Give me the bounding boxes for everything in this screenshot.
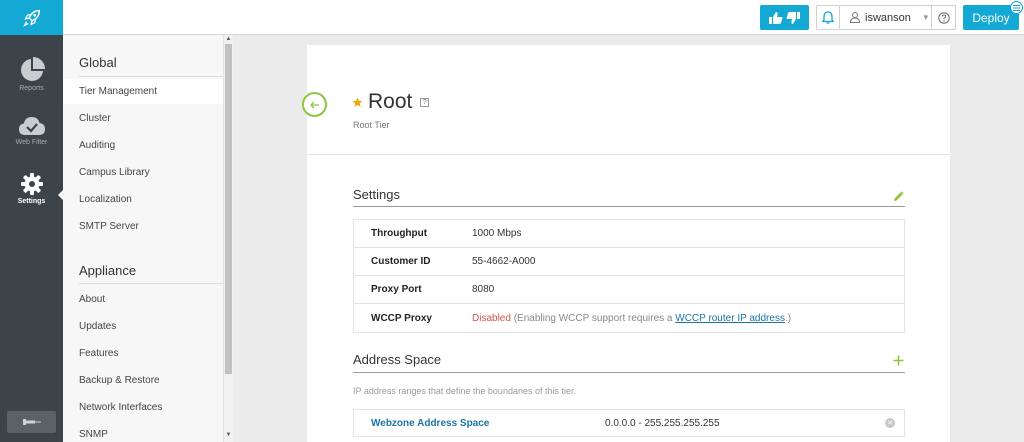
submenu-item-backup-restore[interactable]: Backup & Restore: [63, 368, 223, 393]
main-nav-rail: Reports Web Filter Settings: [0, 35, 63, 442]
address-space-description: IP address ranges that define the bounda…: [353, 386, 576, 396]
wccp-router-link[interactable]: WCCP router IP address: [675, 313, 785, 324]
back-button[interactable]: [302, 92, 327, 117]
submenu-item-features[interactable]: Features: [63, 341, 223, 366]
user-menu[interactable]: iswanson ▼: [840, 5, 932, 30]
pencil-icon: [894, 191, 904, 201]
submenu-item-updates[interactable]: Updates: [63, 314, 223, 339]
remove-icon[interactable]: ✕: [885, 418, 895, 428]
bell-icon: [822, 11, 834, 24]
setting-key: WCCP Proxy: [371, 312, 432, 324]
nav-label: Reports: [19, 85, 44, 92]
feedback-button[interactable]: [760, 5, 809, 30]
gear-icon: [20, 173, 43, 195]
setting-key: Proxy Port: [371, 284, 422, 295]
address-space-name[interactable]: Webzone Address Space: [354, 418, 605, 429]
divider: [353, 372, 905, 373]
divider: [353, 206, 905, 207]
section-heading-appliance: Appliance: [79, 263, 137, 278]
nav-web-filter[interactable]: Web Filter: [0, 111, 63, 163]
settings-table: Throughput 1000 Mbps Customer ID 55-4662…: [353, 219, 905, 333]
submenu-item-network-interfaces[interactable]: Network Interfaces: [63, 395, 223, 420]
wccp-note: (Enabling WCCP support requires a: [513, 312, 673, 324]
user-icon: [850, 12, 860, 23]
submenu-item-snmp[interactable]: SNMP: [63, 422, 223, 442]
page-title: Root: [368, 90, 413, 113]
scroll-down-icon[interactable]: ▼: [224, 432, 233, 438]
status-disabled: Disabled: [472, 312, 511, 324]
wccp-note-end: .): [784, 312, 792, 324]
table-row: Webzone Address Space 0.0.0.0 - 255.255.…: [353, 409, 905, 437]
rocket-icon: [22, 9, 40, 27]
page-title-row: Root ?: [352, 90, 430, 114]
divider: [79, 76, 223, 77]
section-heading-global: Global: [79, 55, 117, 70]
edit-settings-button[interactable]: [893, 189, 904, 207]
arrow-left-icon: [309, 101, 319, 108]
plus-icon: [893, 355, 904, 366]
table-row: Throughput 1000 Mbps: [354, 220, 904, 248]
divider: [79, 283, 223, 284]
table-row: Proxy Port 8080: [354, 276, 904, 304]
thumbs-up-icon: [769, 11, 783, 24]
address-space-title: Address Space: [353, 352, 442, 367]
setting-key: Customer ID: [371, 256, 431, 267]
logo[interactable]: [0, 0, 63, 35]
thumbs-down-icon: [786, 11, 800, 24]
settings-section-title: Settings: [353, 187, 400, 202]
submenu-item-cluster[interactable]: Cluster: [63, 106, 223, 131]
page-subtitle: Root Tier: [353, 120, 390, 130]
submenu-item-smtp-server[interactable]: SMTP Server: [63, 214, 223, 239]
submenu-item-tier-management[interactable]: Tier Management: [63, 79, 223, 104]
nav-reports[interactable]: Reports: [0, 53, 63, 105]
username: iswanson: [865, 11, 911, 24]
help-button[interactable]: [932, 5, 956, 30]
scroll-up-icon[interactable]: ▲: [224, 36, 233, 42]
collapse-button[interactable]: [7, 411, 56, 433]
star-icon[interactable]: [352, 97, 363, 108]
submenu-scrollbar[interactable]: ▲ ▼: [223, 35, 233, 442]
setting-value: 55-4662-A000: [472, 256, 536, 267]
submenu-item-auditing[interactable]: Auditing: [63, 133, 223, 158]
question-icon: [937, 11, 950, 24]
nav-label: Web Filter: [15, 139, 48, 146]
deploy-label: Deploy: [972, 10, 1010, 25]
chevron-down-icon: ▼: [921, 13, 930, 22]
list-icon: [1010, 1, 1023, 14]
setting-value: Disabled (Enabling WCCP support requires…: [472, 313, 791, 324]
nav-label: Settings: [17, 198, 46, 205]
notifications-button[interactable]: [816, 5, 840, 30]
settings-submenu: Global Tier Management Cluster Auditing …: [63, 35, 223, 442]
submenu-item-about[interactable]: About: [63, 287, 223, 312]
table-row: WCCP Proxy Disabled (Enabling WCCP suppo…: [354, 304, 904, 332]
scroll-thumb[interactable]: [225, 44, 232, 374]
deploy-button[interactable]: Deploy: [963, 1, 1023, 30]
setting-key: Throughput: [371, 228, 428, 239]
table-row: Customer ID 55-4662-A000: [354, 248, 904, 276]
divider: [307, 154, 950, 155]
pin-icon: [22, 419, 41, 425]
address-range: 0.0.0.0 - 255.255.255.255: [605, 417, 720, 429]
pie-chart-icon: [20, 57, 45, 81]
setting-value: 8080: [472, 284, 495, 295]
submenu-item-campus-library[interactable]: Campus Library: [63, 160, 223, 185]
submenu-item-localization[interactable]: Localization: [63, 187, 223, 212]
setting-value: 1000 Mbps: [472, 228, 522, 239]
top-bar: iswanson ▼ Deploy: [0, 0, 1024, 35]
nav-settings[interactable]: Settings: [0, 168, 63, 220]
cloud-check-icon: [18, 117, 45, 135]
help-icon[interactable]: ?: [420, 97, 430, 107]
add-address-button[interactable]: [893, 353, 904, 371]
